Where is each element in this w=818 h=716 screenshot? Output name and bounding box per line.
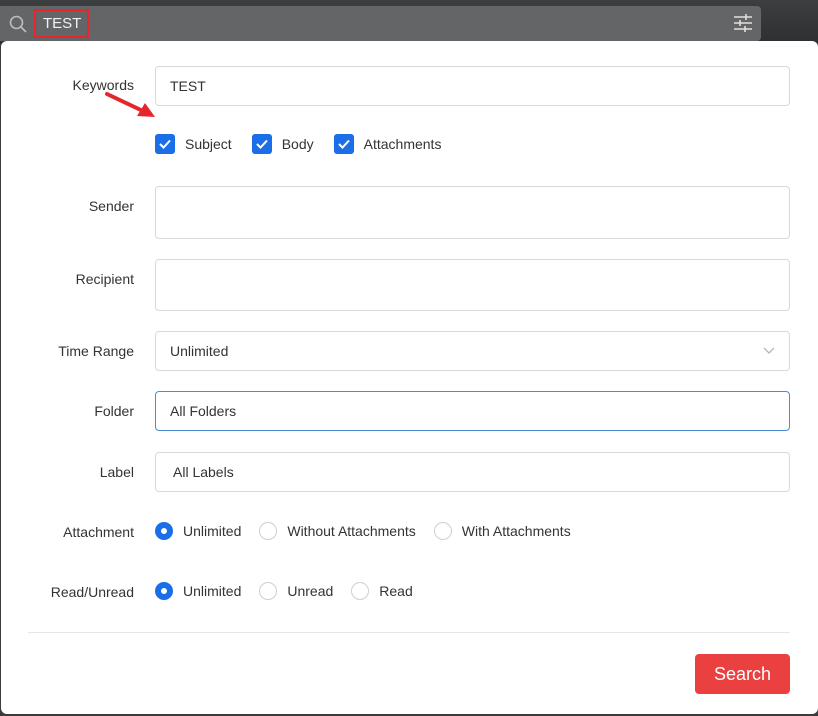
radio-attachment-unlimited[interactable]: Unlimited — [155, 522, 241, 540]
advanced-search-panel: Keywords TEST Subject Body Attachments S… — [1, 41, 818, 714]
radio-label: Read — [379, 583, 413, 599]
radio-label: With Attachments — [461, 523, 571, 539]
keywords-input[interactable]: TEST — [155, 66, 790, 106]
radio-label: Unlimited — [183, 583, 242, 599]
checkbox-checked-icon — [155, 134, 175, 154]
top-bar: TEST — [0, 0, 818, 44]
read-unread-radio-group: Unlimited Unread Read — [155, 582, 431, 600]
checkbox-attachments[interactable]: Attachments — [333, 134, 442, 154]
radio-read[interactable]: Read — [351, 582, 413, 600]
folder-label: Folder — [94, 403, 134, 419]
radio-without-attachments[interactable]: Without Attachments — [259, 522, 416, 540]
time-range-label: Time Range — [58, 343, 134, 359]
radio-selected-icon — [155, 582, 173, 600]
sender-input[interactable] — [155, 186, 790, 239]
checkbox-subject[interactable]: Subject — [155, 134, 232, 154]
read-unread-label: Read/Unread — [50, 584, 134, 600]
sender-label: Sender — [88, 198, 134, 214]
checkbox-label: Body — [281, 136, 314, 152]
radio-unselected-icon — [351, 582, 370, 600]
keywords-label: Keywords — [72, 77, 134, 93]
search-bar[interactable]: TEST — [0, 6, 761, 41]
label-select[interactable]: All Labels — [155, 452, 790, 492]
search-button[interactable]: Search — [695, 654, 790, 694]
radio-unselected-icon — [259, 522, 278, 540]
radio-unselected-icon — [433, 522, 452, 540]
radio-unselected-icon — [259, 582, 278, 600]
radio-with-attachments[interactable]: With Attachments — [433, 522, 571, 540]
attachment-label: Attachment — [63, 524, 134, 540]
recipient-label: Recipient — [75, 271, 134, 287]
chevron-down-icon — [763, 347, 775, 354]
search-query-text[interactable]: TEST — [34, 9, 89, 38]
radio-read-unlimited[interactable]: Unlimited — [155, 582, 241, 600]
recipient-input[interactable] — [155, 259, 790, 311]
sliders-icon[interactable] — [733, 14, 753, 32]
divider — [28, 632, 790, 633]
checkbox-checked-icon — [333, 134, 354, 154]
checkbox-body[interactable]: Body — [251, 134, 314, 154]
checkbox-label: Attachments — [363, 136, 442, 152]
label-label: Label — [99, 464, 134, 480]
radio-selected-icon — [155, 522, 173, 540]
time-range-value: Unlimited — [170, 343, 229, 359]
radio-label: Unlimited — [183, 523, 242, 539]
radio-label: Unread — [287, 583, 334, 599]
search-icon — [9, 15, 27, 33]
attachment-radio-group: Unlimited Without Attachments With Attac… — [155, 522, 589, 540]
checkbox-label: Subject — [185, 136, 232, 152]
time-range-select[interactable]: Unlimited — [155, 331, 790, 371]
radio-label: Without Attachments — [287, 523, 416, 539]
radio-unread[interactable]: Unread — [259, 582, 333, 600]
folder-select[interactable]: All Folders — [155, 391, 790, 431]
search-scope-checkboxes: Subject Body Attachments — [155, 134, 461, 154]
checkbox-checked-icon — [251, 134, 272, 154]
